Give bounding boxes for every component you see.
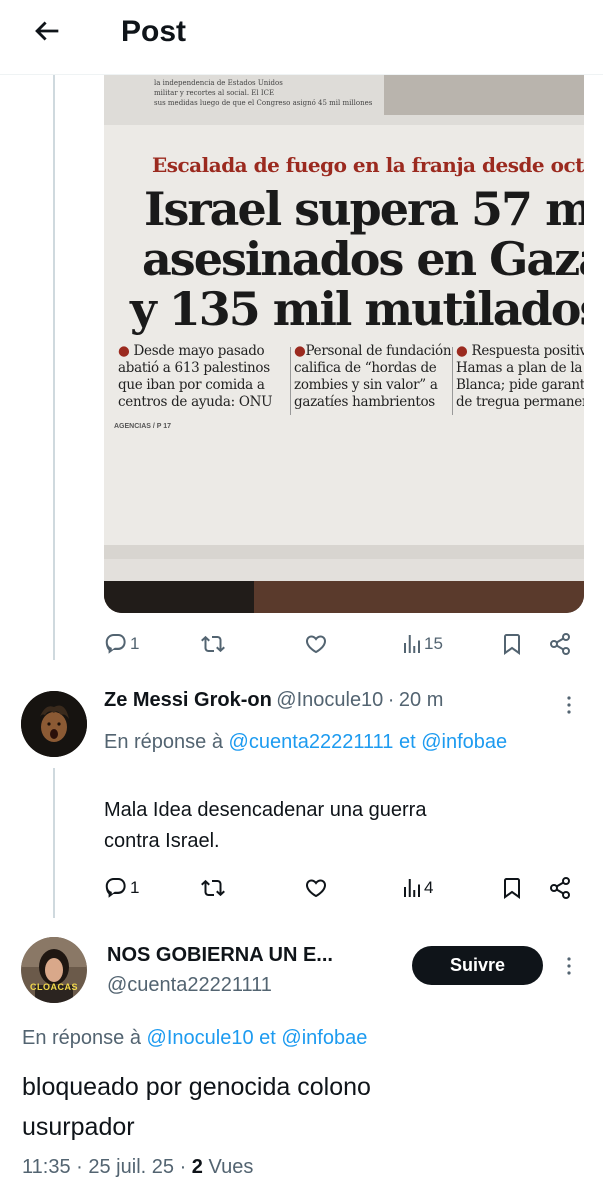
newspaper-top-strip: la independencia de Estados Unidos milit…: [104, 75, 584, 125]
user-handle[interactable]: @Inocule10: [276, 689, 383, 711]
post-text: bloqueado por genocida colono usurpador: [22, 1073, 371, 1141]
reply-header: Ze Messi Grok-on @Inocule10 · 20 m: [104, 689, 443, 712]
views-icon: [404, 635, 420, 653]
more-icon[interactable]: [557, 693, 581, 717]
reply-count: 1: [130, 878, 140, 897]
news-column: ●Personal de fundación califica de “hord…: [294, 343, 452, 410]
news-column: ● Desde mayo pasado abatió a 613 palesti…: [118, 343, 273, 410]
newspaper-kicker: Escalada de fuego en la franja desde oct…: [152, 153, 584, 177]
avatar-image: [21, 691, 87, 757]
mention-link[interactable]: @infobae: [281, 1027, 367, 1049]
post-time[interactable]: 20 m: [399, 689, 443, 711]
views-count: 15: [424, 634, 443, 653]
agencias-label: AGENCIAS / P 17: [114, 423, 172, 430]
follow-button[interactable]: Suivre: [412, 946, 543, 985]
separator-dot: ·: [76, 1156, 83, 1178]
page-title: Post: [121, 15, 187, 48]
reply-text: Mala Idea desencadenar una guerra contra…: [104, 799, 427, 852]
mention-link[interactable]: @cuenta22221111: [229, 731, 394, 753]
post-date[interactable]: 25 juil. 25: [88, 1156, 174, 1178]
avatar-image: [21, 937, 87, 1003]
more-icon[interactable]: [557, 954, 581, 978]
back-arrow-icon[interactable]: [30, 14, 64, 48]
retweet-icon[interactable]: [201, 632, 225, 656]
thread-line-reply: [53, 768, 55, 918]
display-name[interactable]: NOS GOBIERNA UN E...: [107, 944, 333, 967]
post-time[interactable]: 11:35: [22, 1156, 71, 1178]
thread-line-top: [53, 75, 55, 660]
views-action[interactable]: 4: [400, 876, 433, 900]
newspaper-page: la independencia de Estados Unidos milit…: [104, 75, 584, 545]
reply-count: 1: [130, 634, 140, 653]
separator-dot: ·: [387, 689, 395, 711]
avatar-caption: CLOACAS: [30, 982, 78, 992]
avatar[interactable]: CLOACAS: [21, 937, 87, 1003]
paper-stack: [104, 559, 584, 581]
like-icon[interactable]: [304, 632, 328, 656]
reply-context: En réponse à @Inocule10 et @infobae: [22, 1024, 367, 1052]
separator-dot: ·: [179, 1156, 187, 1178]
strip-text: la independencia de Estados Unidos: [154, 79, 283, 87]
reply-prefix: En réponse à: [22, 1027, 141, 1049]
reply-action[interactable]: 1: [104, 876, 139, 900]
headline-line: asesinados en Gaza: [142, 232, 584, 286]
headline-line: Israel supera 57 mil: [144, 182, 584, 236]
reply-icon: [105, 878, 126, 898]
bookmark-icon[interactable]: [500, 632, 524, 656]
mention-joiner: et: [399, 731, 416, 753]
headline-line: y 135 mil mutilados: [130, 282, 584, 336]
views-count: 4: [424, 878, 434, 897]
mention-link[interactable]: @infobae: [421, 731, 507, 753]
mention-link[interactable]: @Inocule10: [147, 1027, 254, 1049]
user-handle[interactable]: @cuenta22221111: [107, 974, 272, 997]
share-icon[interactable]: [548, 632, 572, 656]
views-icon: [404, 879, 420, 897]
mention-joiner: et: [259, 1027, 276, 1049]
display-name[interactable]: Ze Messi Grok-on: [104, 689, 272, 711]
share-icon[interactable]: [548, 876, 572, 900]
reply-icon: [105, 634, 126, 654]
retweet-icon[interactable]: [201, 876, 225, 900]
reply-prefix: En réponse à: [104, 731, 223, 753]
views-count: 2: [191, 1156, 203, 1178]
reply-context: En réponse à @cuenta22221111 et @infobae: [104, 726, 564, 759]
paper-stack: [104, 545, 584, 559]
views-action[interactable]: 15: [400, 632, 443, 656]
bookmark-icon[interactable]: [500, 876, 524, 900]
reply-action[interactable]: 1: [104, 632, 139, 656]
like-icon[interactable]: [304, 876, 328, 900]
post-image[interactable]: la independencia de Estados Unidos milit…: [104, 75, 584, 613]
strip-text: sus medidas luego de que el Congreso asi…: [154, 99, 373, 107]
views-label: Vues: [208, 1156, 254, 1178]
desk-shadow: [104, 581, 254, 613]
strip-text: militar y recortes al social. El ICE: [154, 89, 275, 97]
post-timestamp: 11:35 · 25 juil. 25 · 2 Vues: [22, 1156, 253, 1179]
avatar[interactable]: [21, 691, 87, 757]
news-column: ● Respuesta positiva d Hamas a plan de l…: [456, 343, 584, 410]
